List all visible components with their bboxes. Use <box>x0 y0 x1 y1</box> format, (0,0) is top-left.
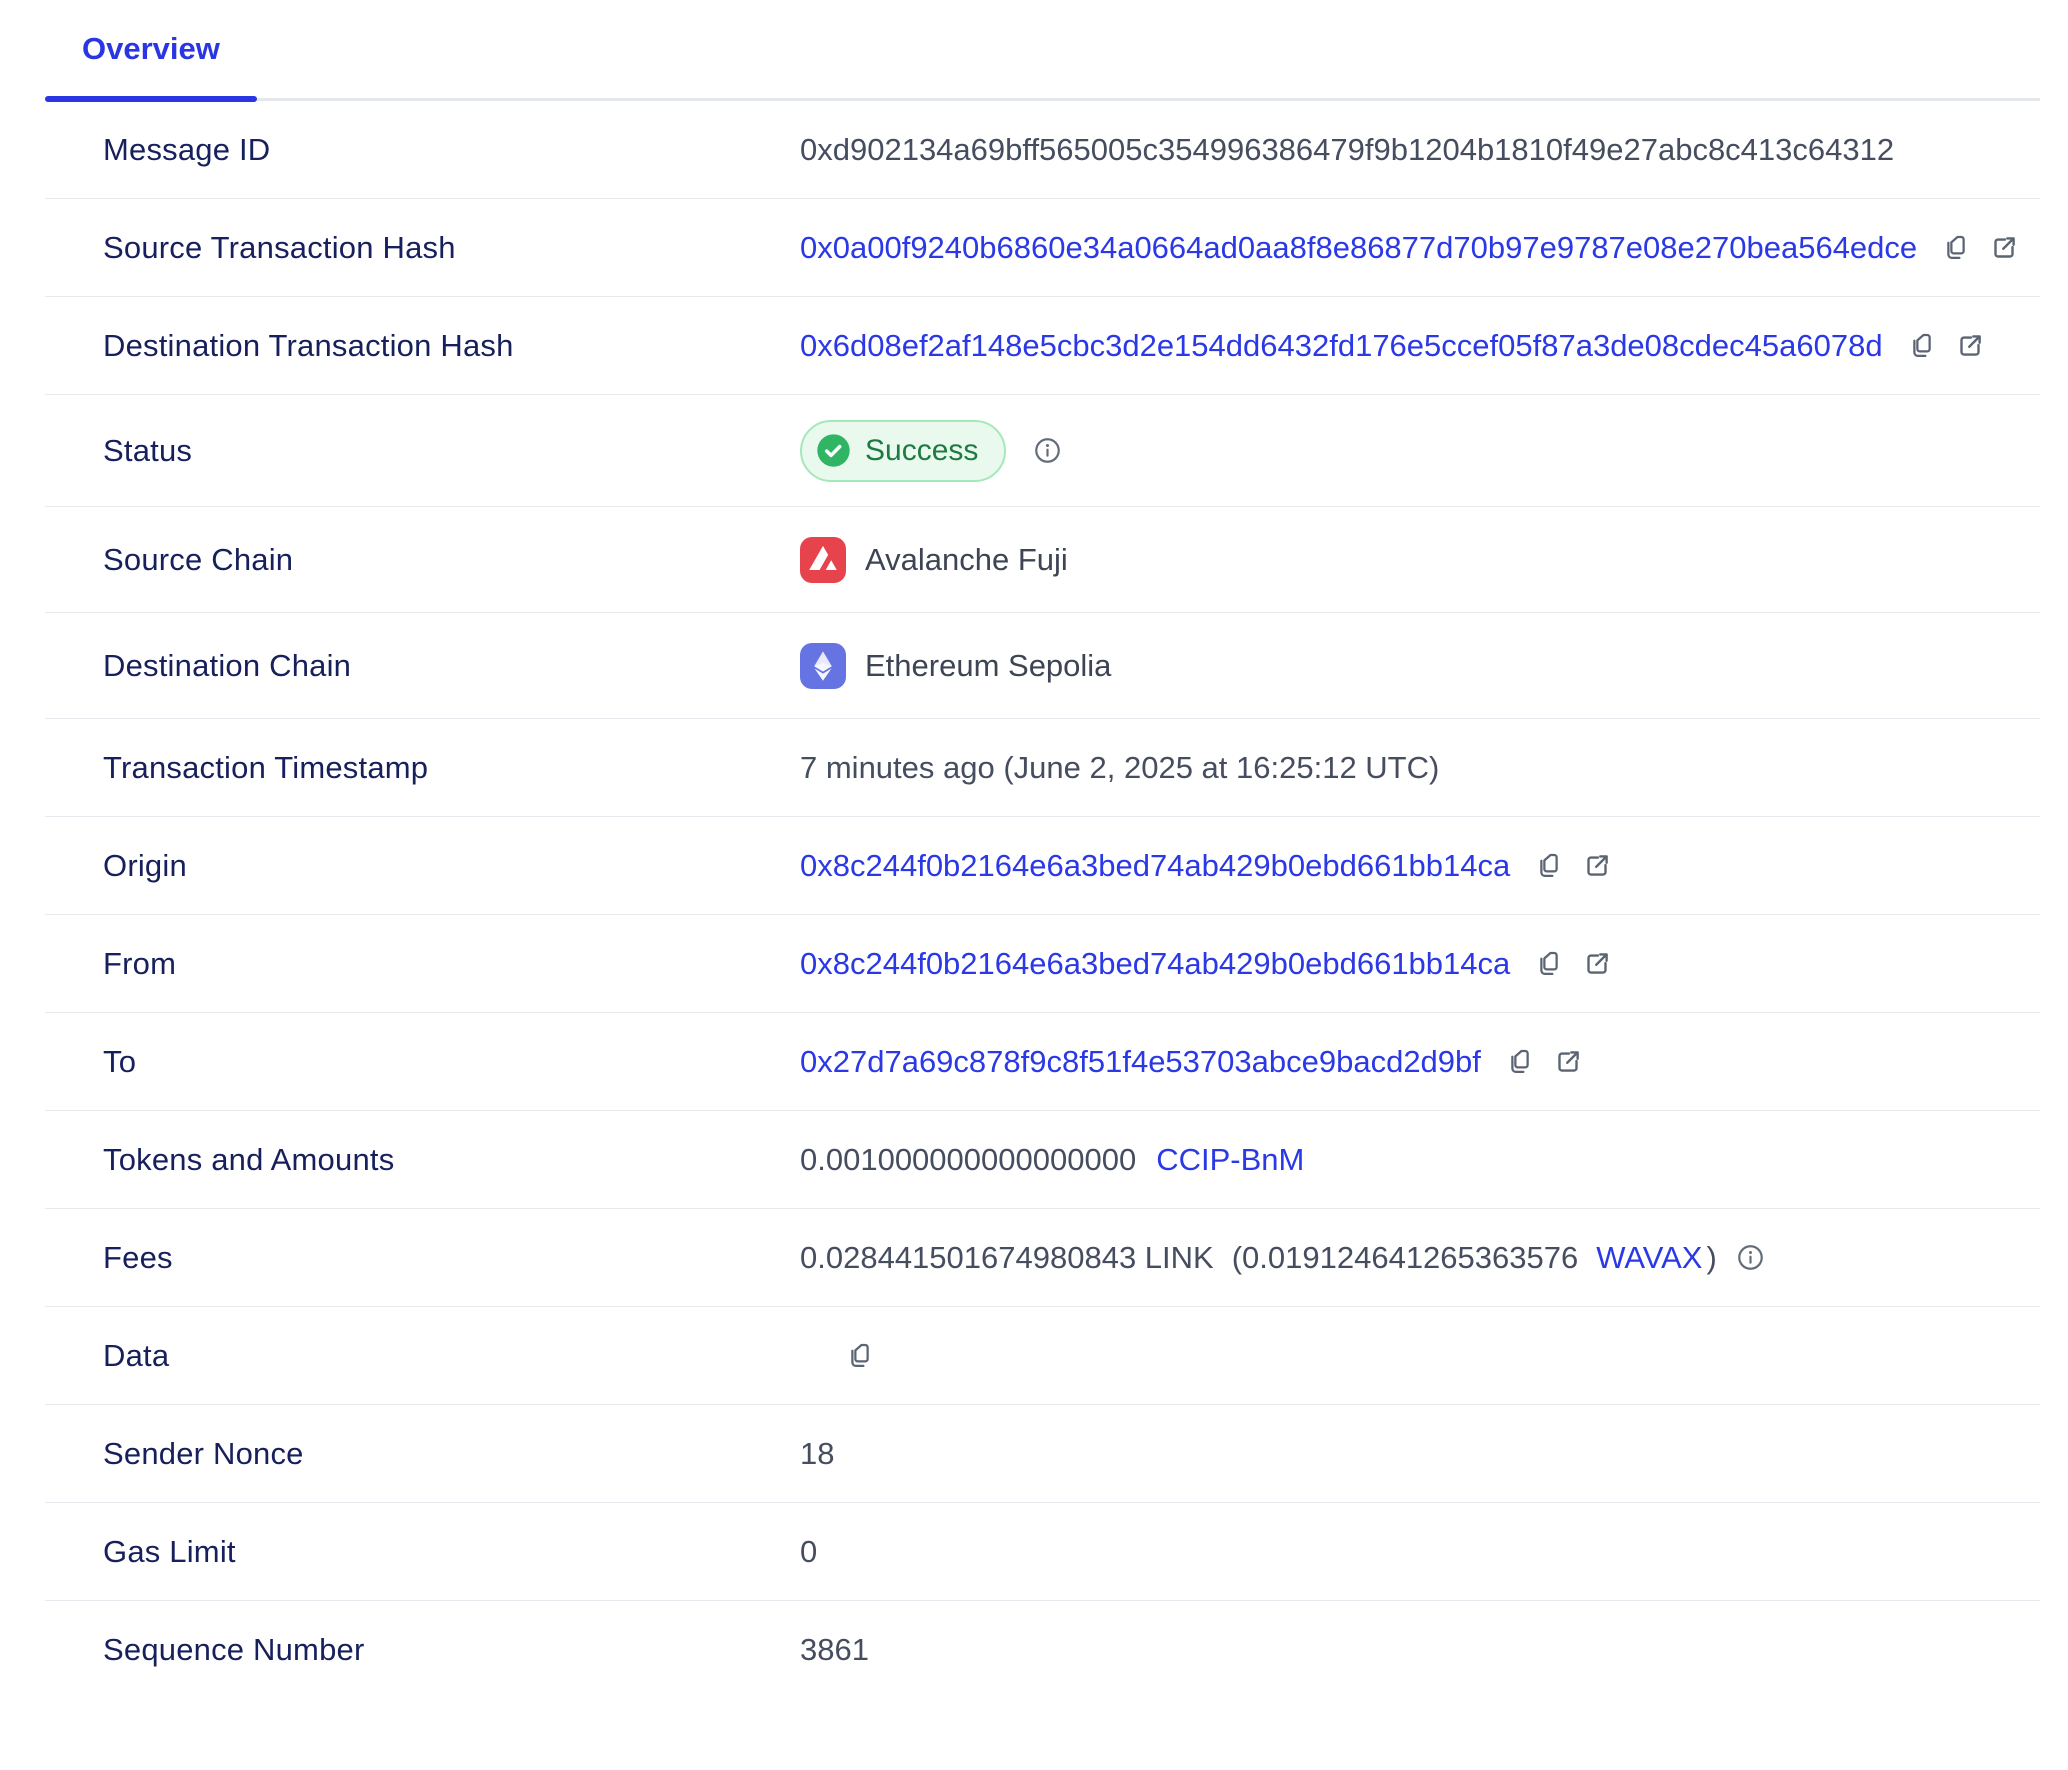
destination-chain-name: Ethereum Sepolia <box>865 648 1111 684</box>
tab-overview[interactable]: Overview <box>45 0 257 98</box>
token-amount-value: 0.001000000000000000 <box>800 1142 1136 1178</box>
row-from: From 0x8c244f0b2164e6a3bed74ab429b0ebd66… <box>45 915 2040 1013</box>
message-id-label: Message ID <box>45 132 800 168</box>
to-label: To <box>45 1044 800 1080</box>
data-label: Data <box>45 1338 800 1374</box>
row-sequence-number: Sequence Number 3861 <box>45 1601 2040 1699</box>
row-to: To 0x27d7a69c878f9c8f51f4e53703abce9bacd… <box>45 1013 2040 1111</box>
row-data: Data <box>45 1307 2040 1405</box>
row-destination-chain: Destination Chain Ethereum Sepolia <box>45 613 2040 719</box>
origin-address-link[interactable]: 0x8c244f0b2164e6a3bed74ab429b0ebd661bb14… <box>800 848 1510 884</box>
from-label: From <box>45 946 800 982</box>
fee-token-symbol-link[interactable]: WAVAX <box>1596 1240 1702 1276</box>
fees-label: Fees <box>45 1240 800 1276</box>
from-address-link[interactable]: 0x8c244f0b2164e6a3bed74ab429b0ebd661bb14… <box>800 946 1510 982</box>
destination-chain-label: Destination Chain <box>45 648 800 684</box>
fee-amount-wavax-value: (0.019124641265363576 <box>1232 1240 1579 1276</box>
row-status: Status Success <box>45 395 2040 507</box>
row-origin: Origin 0x8c244f0b2164e6a3bed74ab429b0ebd… <box>45 817 2040 915</box>
fee-amount-link-value: 0.028441501674980843 LINK <box>800 1240 1214 1276</box>
status-label: Status <box>45 433 800 469</box>
ccip-transaction-overview-page: Overview Message ID 0xd902134a69bff56500… <box>0 0 2068 1770</box>
source-tx-hash-label: Source Transaction Hash <box>45 230 800 266</box>
check-circle-icon <box>815 432 852 469</box>
copy-icon[interactable] <box>1534 949 1564 979</box>
copy-icon[interactable] <box>1505 1047 1535 1077</box>
copy-icon[interactable] <box>1941 233 1971 263</box>
copy-icon[interactable] <box>845 1341 875 1371</box>
destination-tx-hash-label: Destination Transaction Hash <box>45 328 800 364</box>
tokens-and-amounts-label: Tokens and Amounts <box>45 1142 800 1178</box>
row-destination-transaction-hash: Destination Transaction Hash 0x6d08ef2af… <box>45 297 2040 395</box>
external-link-icon[interactable] <box>1989 233 2019 263</box>
info-icon[interactable] <box>1032 435 1063 466</box>
source-chain-label: Source Chain <box>45 542 800 578</box>
source-tx-hash-link[interactable]: 0x0a00f9240b6860e34a0664ad0aa8f8e86877d7… <box>800 230 1917 266</box>
sender-nonce-label: Sender Nonce <box>45 1436 800 1472</box>
external-link-icon[interactable] <box>1955 331 1985 361</box>
sequence-number-label: Sequence Number <box>45 1632 800 1668</box>
source-chain-name: Avalanche Fuji <box>865 542 1068 578</box>
copy-icon[interactable] <box>1534 851 1564 881</box>
sequence-number-value: 3861 <box>800 1632 869 1668</box>
status-badge-text: Success <box>865 434 978 468</box>
row-transaction-timestamp: Transaction Timestamp 7 minutes ago (Jun… <box>45 719 2040 817</box>
destination-tx-hash-link[interactable]: 0x6d08ef2af148e5cbc3d2e154dd6432fd176e5c… <box>800 328 1883 364</box>
row-gas-limit: Gas Limit 0 <box>45 1503 2040 1601</box>
row-sender-nonce: Sender Nonce 18 <box>45 1405 2040 1503</box>
message-id-value: 0xd902134a69bff565005c354996386479f9b120… <box>800 132 1894 168</box>
gas-limit-label: Gas Limit <box>45 1534 800 1570</box>
status-badge: Success <box>800 420 1006 482</box>
tab-bar: Overview <box>45 0 2040 101</box>
transaction-timestamp-value: 7 minutes ago (June 2, 2025 at 16:25:12 … <box>800 750 1439 786</box>
external-link-icon[interactable] <box>1553 1047 1583 1077</box>
info-icon[interactable] <box>1735 1242 1766 1273</box>
transaction-timestamp-label: Transaction Timestamp <box>45 750 800 786</box>
row-fees: Fees 0.028441501674980843 LINK (0.019124… <box>45 1209 2040 1307</box>
tab-overview-label: Overview <box>82 31 220 67</box>
avalanche-icon <box>800 537 846 583</box>
origin-label: Origin <box>45 848 800 884</box>
external-link-icon[interactable] <box>1582 949 1612 979</box>
row-source-chain: Source Chain Avalanche Fuji <box>45 507 2040 613</box>
row-tokens-and-amounts: Tokens and Amounts 0.001000000000000000 … <box>45 1111 2040 1209</box>
row-source-transaction-hash: Source Transaction Hash 0x0a00f9240b6860… <box>45 199 2040 297</box>
row-message-id: Message ID 0xd902134a69bff565005c3549963… <box>45 101 2040 199</box>
sender-nonce-value: 18 <box>800 1436 834 1472</box>
to-address-link[interactable]: 0x27d7a69c878f9c8f51f4e53703abce9bacd2d9… <box>800 1044 1481 1080</box>
fee-paren-close: ) <box>1706 1240 1716 1276</box>
ethereum-icon <box>800 643 846 689</box>
gas-limit-value: 0 <box>800 1534 817 1570</box>
active-tab-indicator <box>45 96 257 102</box>
external-link-icon[interactable] <box>1582 851 1612 881</box>
copy-icon[interactable] <box>1907 331 1937 361</box>
token-symbol-link[interactable]: CCIP-BnM <box>1156 1142 1304 1178</box>
